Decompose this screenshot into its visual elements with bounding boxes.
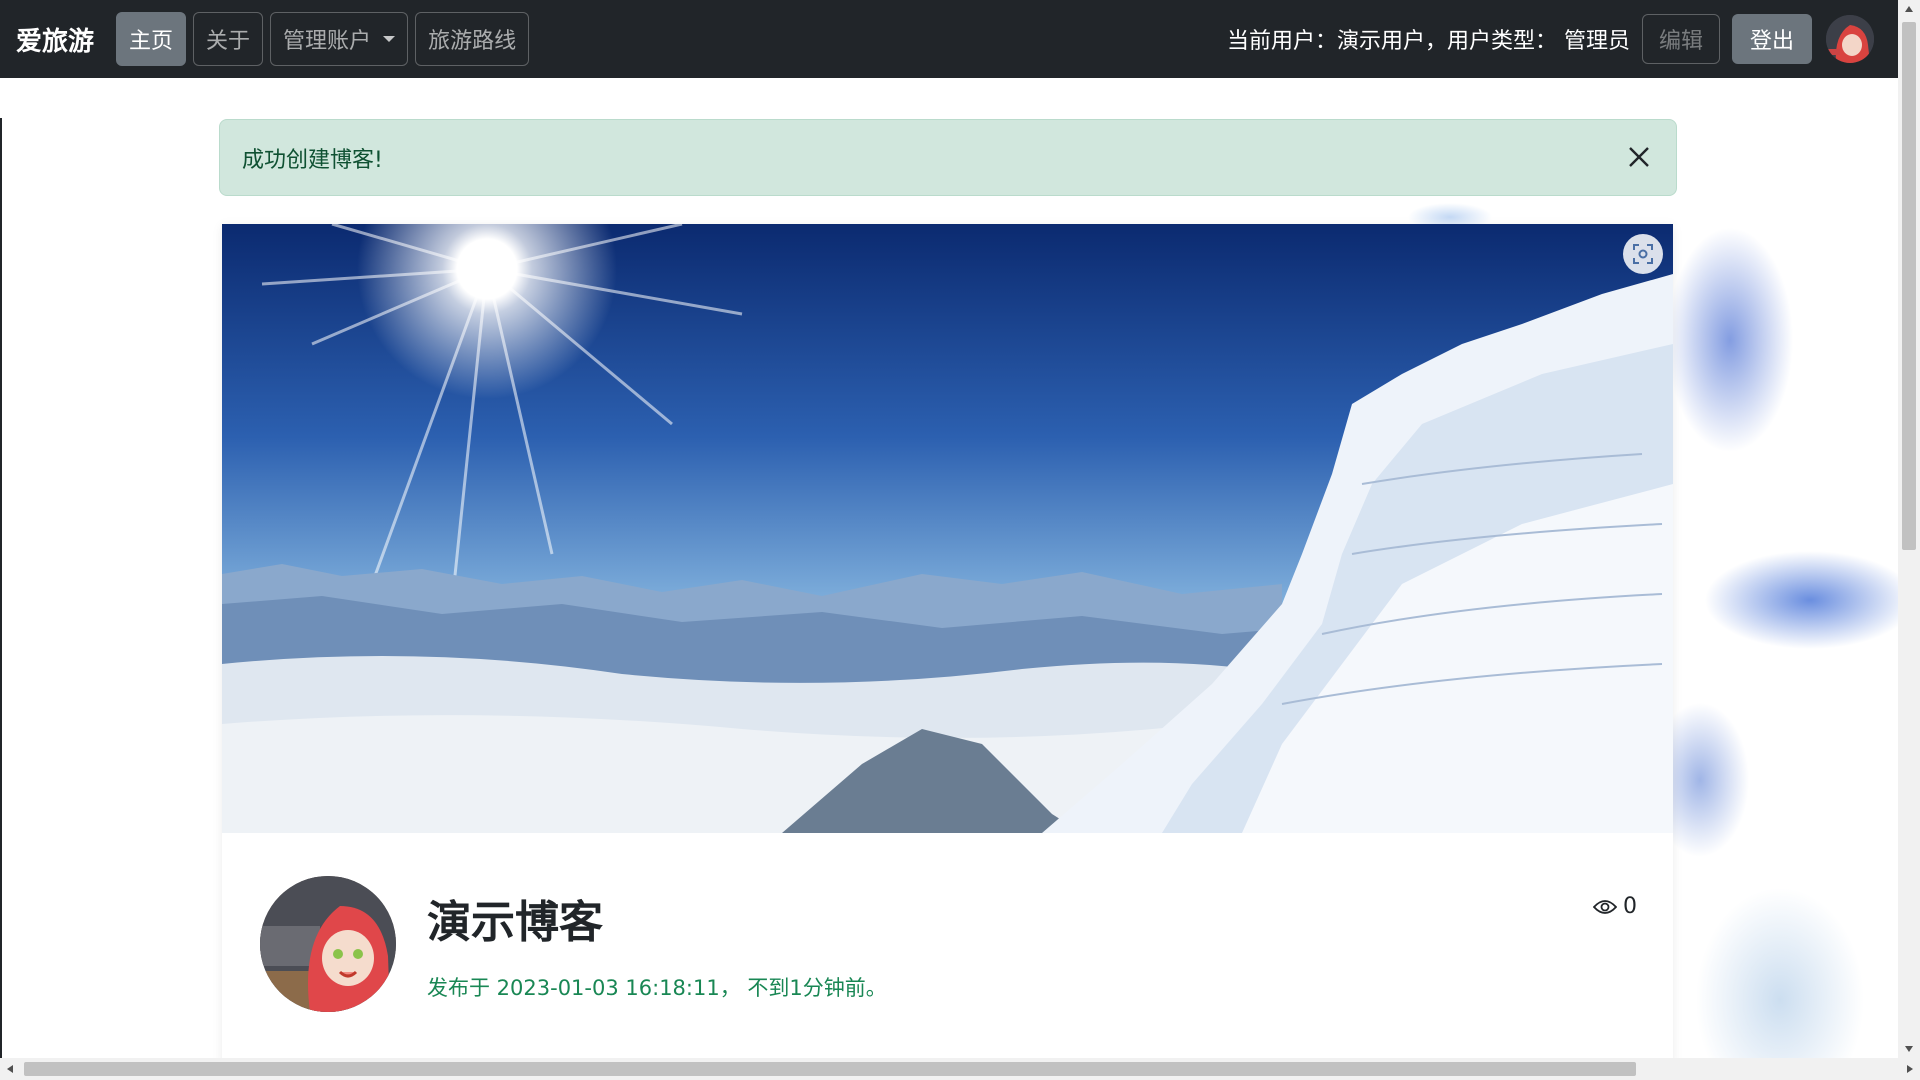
avatar[interactable]: [1826, 15, 1874, 63]
nav-item-label: 旅游路线: [428, 29, 517, 54]
scroll-up-arrow-icon[interactable]: [1898, 0, 1920, 18]
chevron-down-icon: [383, 36, 396, 42]
mountain-landscape: [222, 274, 1673, 833]
nav-item-travel-routes[interactable]: 旅游路线: [415, 12, 530, 66]
blog-publish-meta: 发布于 2023-01-03 16:18:11， 不到1分钟前。: [427, 976, 887, 1000]
eye-icon: [1593, 899, 1617, 914]
blog-title: 演示博客: [427, 897, 603, 948]
scroll-right-arrow-icon[interactable]: [1900, 1058, 1920, 1080]
nav-item-manage-accounts[interactable]: 管理账户: [270, 12, 409, 66]
vertical-scrollbar-thumb[interactable]: [1902, 22, 1916, 550]
navbar-right: 当前用户：演示用户，用户类型： 管理员 编辑 登出: [1227, 0, 1874, 78]
scroll-down-arrow-icon[interactable]: [1898, 1040, 1920, 1058]
close-icon[interactable]: [1624, 142, 1654, 172]
screenshot-icon[interactable]: [1623, 234, 1663, 274]
nav-item-label: 关于: [206, 29, 251, 54]
alert-message: 成功创建博客!: [242, 147, 383, 173]
nav-item-label: 主页: [129, 29, 174, 54]
horizontal-scrollbar-thumb[interactable]: [24, 1062, 1636, 1076]
top-navbar: 爱旅游 主页 关于 管理账户 旅游路线 当前用户：演示用户，用户类型： 管理员 …: [0, 0, 1920, 78]
horizontal-scrollbar[interactable]: [0, 1058, 1920, 1080]
view-count: 0: [1593, 894, 1637, 919]
nav-item-label: 管理账户: [283, 29, 372, 54]
nav-item-about[interactable]: 关于: [193, 12, 264, 66]
edit-button[interactable]: 编辑: [1641, 14, 1720, 64]
blog-cover-image: [222, 224, 1673, 833]
nav-item-home[interactable]: 主页: [116, 12, 187, 66]
brand-logo[interactable]: 爱旅游: [16, 21, 94, 58]
author-avatar[interactable]: [260, 876, 396, 1012]
logout-button[interactable]: 登出: [1731, 14, 1812, 64]
scroll-left-arrow-icon[interactable]: [0, 1058, 20, 1080]
blog-card: 演示博客 发布于 2023-01-03 16:18:11， 不到1分钟前。 0: [222, 224, 1673, 1064]
view-count-value: 0: [1623, 894, 1637, 919]
current-user-info: 当前用户：演示用户，用户类型： 管理员: [1226, 29, 1630, 54]
vertical-scrollbar[interactable]: [1898, 0, 1920, 1058]
page-left-border: [0, 118, 2, 1058]
success-alert: 成功创建博客!: [219, 119, 1677, 196]
